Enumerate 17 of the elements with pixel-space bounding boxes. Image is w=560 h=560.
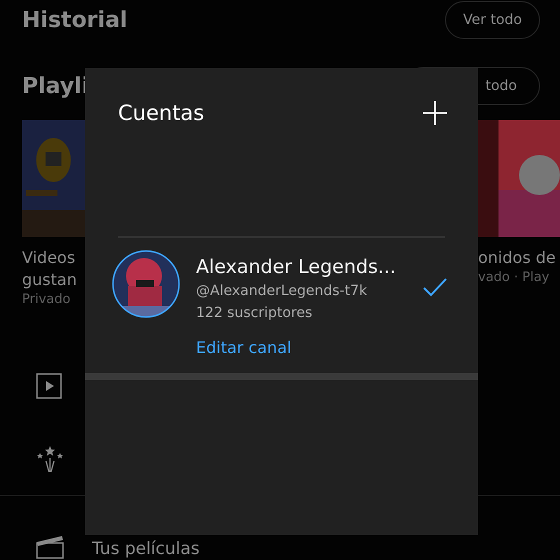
edit-channel-link[interactable]: Editar canal (196, 338, 292, 357)
channel-handle: @AlexanderLegends-t7k (196, 282, 368, 301)
card-title: onidos de (478, 247, 557, 269)
card-subtitle: Privado (22, 291, 72, 309)
card-subtitle: vado · Play (478, 269, 550, 287)
card-title: Videos (22, 247, 76, 269)
sparkle-icon[interactable] (36, 444, 64, 472)
subscriber-count: 122 suscriptores (196, 304, 314, 323)
add-icon[interactable] (422, 100, 448, 126)
section-title: Historial (22, 8, 128, 32)
card-title: gustan (22, 269, 78, 291)
menu-label[interactable]: Tus películas (92, 539, 200, 559)
clapperboard-icon[interactable] (36, 533, 64, 559)
view-all-button[interactable]: Ver todo (445, 1, 540, 39)
channel-name: Alexander Legends... (196, 255, 397, 280)
play-square-icon[interactable] (36, 372, 62, 398)
dialog-title: Cuentas (118, 101, 204, 125)
